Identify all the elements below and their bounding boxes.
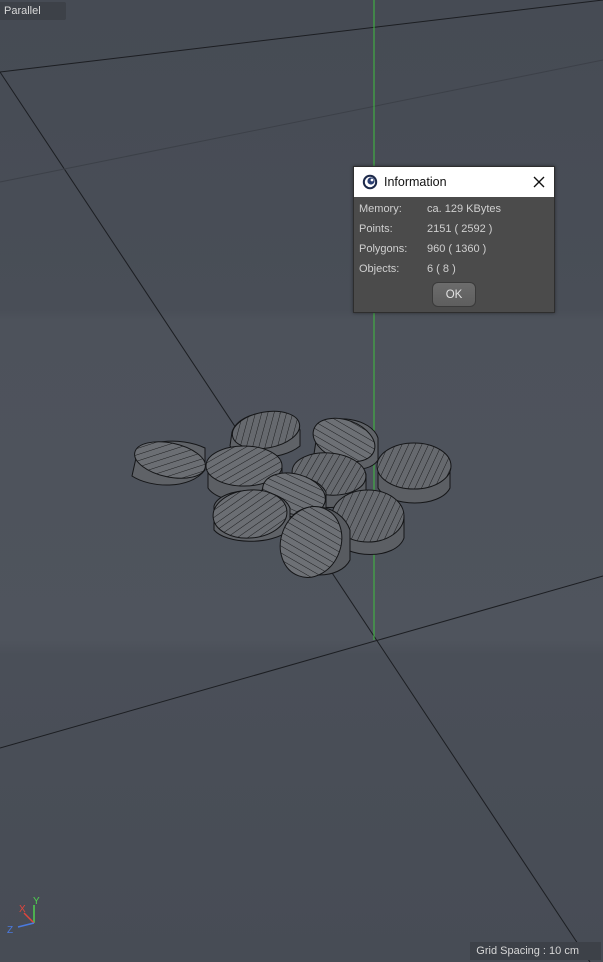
grid-spacing-label: Grid Spacing : 10 cm — [470, 942, 601, 960]
information-dialog: Information Memory: ca. 129 KBytes Point… — [353, 166, 555, 313]
dialog-titlebar[interactable]: Information — [354, 167, 554, 197]
viewport-scene — [0, 0, 603, 962]
info-label: Objects: — [359, 263, 400, 275]
axis-gizmo-icon: Y X Z — [7, 896, 40, 935]
info-row-objects: Objects: 6 ( 8 ) — [354, 259, 554, 279]
info-label: Points: — [359, 223, 393, 235]
info-row-polygons: Polygons: 960 ( 1360 ) — [354, 239, 554, 259]
info-value: 6 ( 8 ) — [427, 263, 456, 275]
info-value: ca. 129 KBytes — [427, 203, 501, 215]
info-value: 2151 ( 2592 ) — [427, 223, 493, 235]
camera-mode-label[interactable]: Parallel — [0, 2, 66, 20]
axis-z-label: Z — [7, 925, 13, 935]
info-label: Polygons: — [359, 243, 408, 255]
info-row-memory: Memory: ca. 129 KBytes — [354, 199, 554, 219]
info-value: 960 ( 1360 ) — [427, 243, 487, 255]
close-icon[interactable] — [530, 173, 548, 191]
disc-objects — [131, 410, 452, 578]
ok-button[interactable]: OK — [432, 282, 476, 307]
grid-line-bottom — [0, 575, 603, 749]
grid-line-faint — [0, 59, 603, 183]
axis-x-label: X — [19, 904, 26, 915]
info-label: Memory: — [359, 203, 402, 215]
disc-object — [131, 440, 206, 486]
info-list: Memory: ca. 129 KBytes Points: 2151 ( 25… — [354, 197, 554, 279]
3d-viewport[interactable]: Parallel Y X Z Grid Spacing : 10 cm — [0, 0, 603, 962]
info-row-points: Points: 2151 ( 2592 ) — [354, 219, 554, 239]
cinema4d-logo-icon — [362, 174, 378, 190]
grid-line-top — [0, 0, 603, 73]
axis-y-label: Y — [33, 896, 40, 907]
dialog-title: Information — [384, 175, 447, 189]
